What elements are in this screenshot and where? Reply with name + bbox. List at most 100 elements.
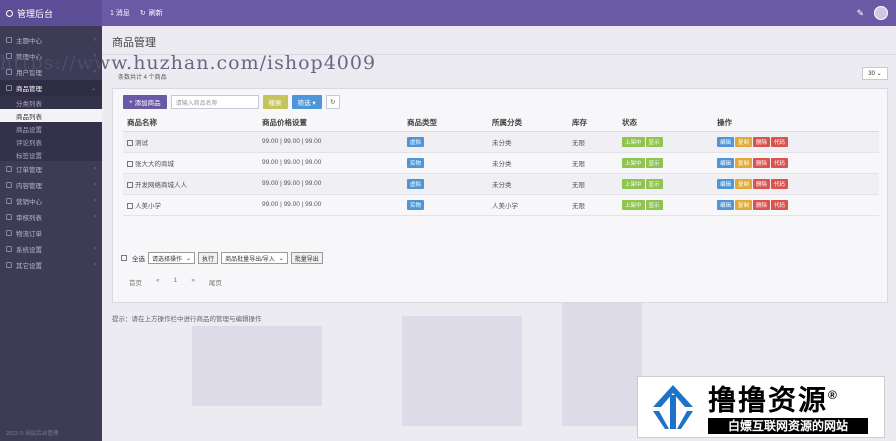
goods-name[interactable]: 测试 bbox=[135, 140, 148, 147]
add-goods-button[interactable]: + 添加商品 bbox=[123, 95, 167, 109]
search-input[interactable]: 请输入商品名称 bbox=[170, 95, 259, 109]
sidebar-subitem[interactable]: 评论列表 bbox=[0, 135, 102, 148]
sidebar-item-marketing[interactable]: 营销中心 ‹ bbox=[0, 193, 102, 209]
sidebar-item-goods[interactable]: 商品管理 ⌄ bbox=[0, 80, 102, 96]
copy-button[interactable]: 复制 bbox=[735, 157, 753, 168]
status-badge[interactable]: 上架中 bbox=[622, 178, 645, 189]
row-checkbox[interactable] bbox=[127, 181, 133, 188]
table-row: 人美小学 99.00 | 99.00 | 99.00 实物 人美小学 无限 上架… bbox=[123, 194, 879, 216]
sidebar-item-content[interactable]: 内容管理 ‹ bbox=[0, 177, 102, 193]
chevron-left-icon: ‹ bbox=[94, 37, 96, 43]
code-button[interactable]: 代码 bbox=[771, 199, 789, 210]
sidebar-item-orders[interactable]: 订单管理 ‹ bbox=[0, 161, 102, 177]
chevron-left-icon: ‹ bbox=[94, 182, 96, 188]
page-first[interactable]: 首页 bbox=[129, 277, 142, 287]
page-next[interactable]: » bbox=[191, 277, 195, 287]
row-checkbox[interactable] bbox=[127, 160, 133, 167]
goods-name[interactable]: 人美小学 bbox=[135, 203, 161, 210]
edit-button[interactable]: 编辑 bbox=[717, 199, 735, 210]
sidebar-item-other[interactable]: 其它设置 ‹ bbox=[0, 257, 102, 273]
goods-price: 99.00 | 99.00 | 99.00 bbox=[258, 173, 403, 195]
delete-button[interactable]: 删除 bbox=[753, 178, 771, 189]
sidebar-subitem[interactable]: 标签设置 bbox=[0, 148, 102, 161]
batch-export-button[interactable]: 批量导出 bbox=[290, 252, 323, 264]
status-badge[interactable]: 上架中 bbox=[622, 199, 645, 210]
select-all-checkbox[interactable] bbox=[121, 255, 127, 261]
goods-name[interactable]: 张大大的商城 bbox=[135, 161, 174, 168]
page-size-select[interactable]: 30 ⌄ bbox=[862, 67, 888, 80]
bulk-action-value: 请选择操作 bbox=[152, 256, 183, 263]
menu-icon bbox=[6, 166, 12, 172]
col-header-stock: 库存 bbox=[568, 115, 618, 132]
code-button[interactable]: 代码 bbox=[771, 178, 789, 189]
copy-button[interactable]: 复制 bbox=[735, 178, 753, 189]
chevron-down-icon: ⌄ bbox=[278, 255, 284, 262]
toolbar: + 添加商品 请输入商品名称 搜索 筛选 ▾ ↻ bbox=[123, 95, 340, 109]
status-badge[interactable]: 上架中 bbox=[622, 136, 645, 147]
top-nav-messages[interactable]: 1 消息 bbox=[110, 8, 130, 18]
copy-button[interactable]: 复制 bbox=[735, 136, 753, 147]
page-current[interactable]: 1 bbox=[174, 277, 178, 287]
copy-button[interactable]: 复制 bbox=[735, 199, 753, 210]
batch-select[interactable]: 商品批量导出/导入 ⌄ bbox=[221, 252, 288, 264]
brand[interactable]: 管理后台 bbox=[0, 0, 102, 26]
col-header-ops: 操作 bbox=[713, 115, 879, 132]
edit-button[interactable]: 编辑 bbox=[717, 157, 735, 168]
col-header-name: 商品名称 bbox=[123, 115, 258, 132]
status-badge[interactable]: 显示 bbox=[645, 199, 663, 210]
wrench-icon[interactable]: ✎ bbox=[856, 8, 864, 19]
table-row: 开发网络商城人人 99.00 | 99.00 | 99.00 虚拟 未分类 无限… bbox=[123, 173, 879, 195]
table-row: 张大大的商城 99.00 | 99.00 | 99.00 实物 未分类 无限 上… bbox=[123, 152, 879, 174]
top-nav-refresh[interactable]: ↻ 刷新 bbox=[140, 8, 163, 18]
sidebar-item-label: 审核列表 bbox=[16, 215, 42, 222]
top-nav: 1 消息 ↻ 刷新 bbox=[102, 8, 163, 18]
row-checkbox[interactable] bbox=[127, 202, 133, 209]
goods-name[interactable]: 开发网络商城人人 bbox=[135, 182, 187, 189]
status-badge[interactable]: 上架中 bbox=[622, 157, 645, 168]
bulk-action-select[interactable]: 请选择操作 ⌄ bbox=[148, 252, 196, 264]
status-badge[interactable]: 显示 bbox=[645, 157, 663, 168]
sidebar-subitem[interactable]: 商品设置 bbox=[0, 122, 102, 135]
status-badge[interactable]: 显示 bbox=[645, 136, 663, 147]
page-last[interactable]: 尾页 bbox=[209, 277, 222, 287]
refresh-button[interactable]: ↻ bbox=[325, 95, 340, 109]
row-checkbox[interactable] bbox=[127, 139, 133, 146]
logo-icon bbox=[6, 9, 13, 17]
col-header-category: 所属分类 bbox=[488, 115, 568, 132]
sidebar-item-label: 内容管理 bbox=[16, 183, 42, 190]
app-title: 管理后台 bbox=[17, 8, 54, 19]
badge-subtitle: 白嫖互联网资源的网站 bbox=[708, 417, 868, 434]
execute-button[interactable]: 执行 bbox=[198, 252, 219, 264]
avatar[interactable] bbox=[874, 6, 888, 20]
sidebar-item-theme[interactable]: 主题中心 ‹ bbox=[0, 32, 102, 48]
status-badge[interactable]: 显示 bbox=[645, 178, 663, 189]
sidebar-subitem-selected[interactable]: 商品列表 bbox=[0, 109, 102, 122]
code-button[interactable]: 代码 bbox=[771, 157, 789, 168]
sidebar-item-review[interactable]: 审核列表 ‹ bbox=[0, 209, 102, 225]
sidebar-item-system[interactable]: 系统设置 ‹ bbox=[0, 241, 102, 257]
chevron-left-icon: ‹ bbox=[94, 246, 96, 252]
goods-category: 人美小学 bbox=[488, 194, 568, 216]
menu-icon bbox=[6, 182, 12, 188]
search-button[interactable]: 搜索 bbox=[262, 95, 288, 109]
edit-button[interactable]: 编辑 bbox=[717, 136, 735, 147]
delete-button[interactable]: 删除 bbox=[753, 199, 771, 210]
table-row: 测试 99.00 | 99.00 | 99.00 虚拟 未分类 无限 上架中 显示… bbox=[123, 131, 879, 153]
pagination: 首页 « 1 » 尾页 bbox=[129, 277, 222, 287]
filter-button[interactable]: 筛选 ▾ bbox=[291, 95, 322, 109]
sidebar-subitem[interactable]: 分类列表 bbox=[0, 96, 102, 109]
page-prev[interactable]: « bbox=[156, 277, 160, 287]
chevron-left-icon: ‹ bbox=[94, 166, 96, 172]
code-button[interactable]: 代码 bbox=[771, 136, 789, 147]
sidebar-item-logistics[interactable]: 物流订单 bbox=[0, 225, 102, 241]
delete-button[interactable]: 删除 bbox=[753, 136, 771, 147]
chevron-down-icon: ⌄ bbox=[186, 255, 192, 262]
menu-icon bbox=[6, 198, 12, 204]
goods-category: 未分类 bbox=[488, 173, 568, 195]
watermark-badge: 撸撸资源® 白嫖互联网资源的网站 bbox=[637, 376, 885, 438]
sidebar-item-label: 营销中心 bbox=[16, 199, 42, 206]
delete-button[interactable]: 删除 bbox=[753, 157, 771, 168]
edit-button[interactable]: 编辑 bbox=[717, 178, 735, 189]
menu-icon bbox=[6, 37, 12, 43]
registered-mark: ® bbox=[828, 388, 839, 403]
